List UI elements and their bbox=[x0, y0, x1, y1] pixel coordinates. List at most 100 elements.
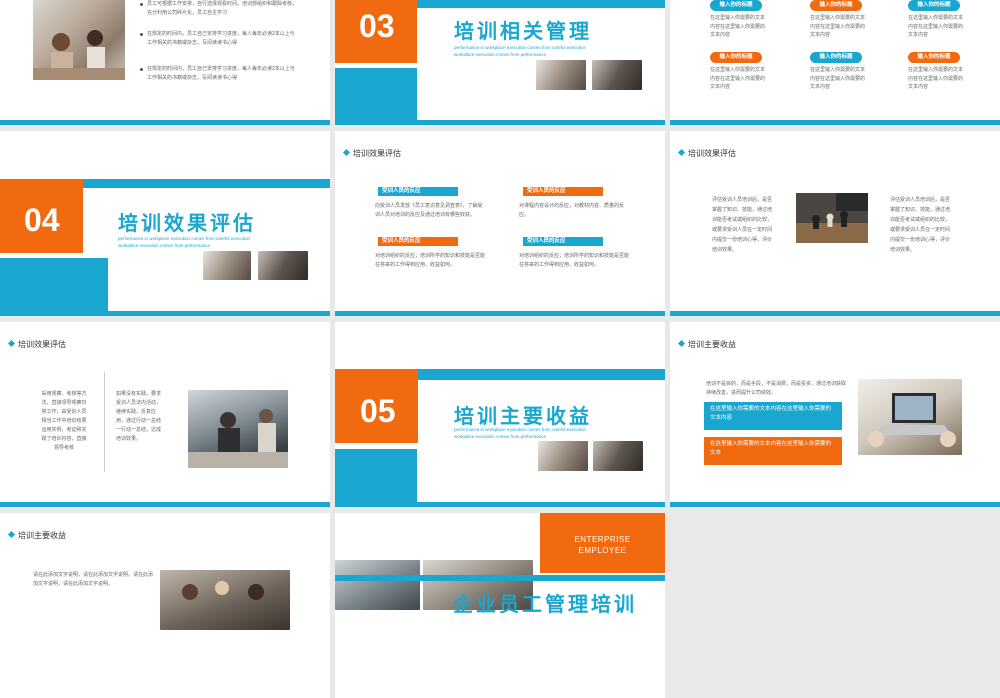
slide-title: 培训主要收益 bbox=[677, 339, 736, 350]
meeting-photo bbox=[203, 251, 251, 280]
blue-strip bbox=[335, 575, 665, 581]
slide-title: 培训效果评估 bbox=[342, 148, 401, 159]
slide-title-text: 培训效果评估 bbox=[353, 149, 401, 158]
section-number: 04 bbox=[24, 202, 60, 238]
label-tag: 受训人员的反应 bbox=[523, 187, 603, 196]
title-pill: 输入你的标题 bbox=[908, 0, 960, 11]
body-text-right: 如果没有实践，要求受训人员法内活动，继续实践，反复应用，通过行动一总结一行动一总… bbox=[116, 391, 162, 442]
bottom-bar bbox=[335, 502, 665, 507]
body-text: 请在此添加文字说明，请在此添加文字说明。请在此添加文字说明，请在此添加文字说明。 bbox=[33, 572, 154, 587]
slide-thumbnail-11[interactable]: ENTERPRISE EMPLOYEE 企业员工管理培训 bbox=[335, 513, 665, 698]
body-text-right: 评估受训人员培训后，是否掌握了知识、技能，通过培训能否考试或组织的比较，或要求受… bbox=[890, 197, 951, 253]
orange-text-box: 在这里输入你需要的文本内容在这里输入你需要的文本 bbox=[704, 437, 842, 465]
laptop-photo bbox=[858, 379, 962, 455]
slide-thumbnail-1[interactable]: 员工可根据工作安排，自行选择观看时间，培训部组织和跟踪考核；充分利用公司碎片化，… bbox=[0, 0, 330, 125]
slide-title: 培训效果评估 bbox=[677, 148, 736, 159]
handshake-photo bbox=[592, 60, 642, 90]
title-pill: 输入你的标题 bbox=[710, 52, 762, 63]
bottom-bar bbox=[670, 311, 1000, 316]
slide-title-text: 培训效果评估 bbox=[688, 149, 736, 158]
blue-text-box: 在这里输入你需要的文本内容在这里输入你需要的文本内容 bbox=[704, 402, 842, 430]
section-subtitle-1: performance in workplace execution comes… bbox=[454, 45, 587, 50]
tag-text: 对培训组织的反应；培训所学的知识和技能是否能在将来的工作得到应用，收益如何。 bbox=[519, 253, 630, 268]
slide-thumbnail-3[interactable]: 输入你的标题 输入你的标题 输入你的标题 在这里输入你需要的文本内容在这里输入你… bbox=[670, 0, 1000, 125]
slide-title-text: 培训主要收益 bbox=[688, 340, 736, 349]
section-number: 05 bbox=[360, 393, 396, 429]
title-pill: 输入你的标题 bbox=[710, 0, 762, 11]
meeting-photo bbox=[536, 60, 586, 90]
slide-title-text: 培训效果评估 bbox=[18, 340, 66, 349]
team-meeting-photo bbox=[33, 0, 125, 80]
bottom-bar bbox=[0, 502, 330, 507]
intro-text: 培训不是目的，而是手段，不是消费，而是投资，通过培训获取持续改善，进而提升公司绩… bbox=[706, 381, 847, 396]
title-pill: 输入你的标题 bbox=[810, 0, 862, 11]
divider-line bbox=[104, 372, 105, 472]
diamond-icon bbox=[677, 148, 686, 157]
blue-block bbox=[335, 68, 417, 125]
diamond-icon bbox=[7, 339, 16, 348]
diamond-icon bbox=[677, 339, 686, 348]
chess-photo bbox=[796, 193, 868, 243]
bottom-bar bbox=[0, 311, 330, 316]
handshake-photo bbox=[258, 251, 308, 280]
bullet-text-3: 在规定的时间内，员工自己安排学习进度，每人每年必读2本以上与工作相关的书籍或杂志… bbox=[147, 66, 295, 81]
blue-block bbox=[335, 449, 417, 507]
slide-thumbnail-4[interactable]: 04 培训效果评估 performance in workplace execu… bbox=[0, 131, 330, 316]
slide-title: 培训主要收益 bbox=[7, 530, 66, 541]
top-blue-strip bbox=[83, 179, 330, 188]
pill-text: 在这里输入你需要的文本内容在这里输入你需要的文本内容 bbox=[810, 67, 866, 90]
slide-thumbnail-8[interactable]: 05 培训主要收益 performance in workplace execu… bbox=[335, 322, 665, 507]
slide-thumbnail-7[interactable]: 培训效果评估 采用观察、考核等方法，直接领导观察日常工作，由受训人员相当工作中培… bbox=[0, 322, 330, 507]
bullet-dot bbox=[140, 68, 143, 71]
label-tag: 受训人员的反应 bbox=[378, 187, 458, 196]
tag-text: 对培训组织的反应；培训所学的知识和技能是否能在将来的工作得到应用，收益如何。 bbox=[375, 253, 486, 268]
slide-thumbnail-10[interactable]: 培训主要收益 请在此添加文字说明，请在此添加文字说明。请在此添加文字说明，请在此… bbox=[0, 513, 330, 698]
meeting-photo bbox=[538, 441, 588, 471]
bullet-text-2: 在规定的时间内，员工自己安排学习进度，每人每年必读2本以上与工作相关的书籍或杂志… bbox=[147, 31, 295, 46]
top-blue-strip bbox=[418, 369, 665, 380]
diamond-icon bbox=[342, 148, 351, 157]
tag-text: 对课程内容设计的反应，对教材内容、质量的反应。 bbox=[519, 203, 625, 218]
section-subtitle-2: workplace execution comes from performan… bbox=[454, 434, 547, 439]
section-title: 培训相关管理 bbox=[454, 21, 592, 43]
employee-label: EMPLOYEE bbox=[578, 546, 627, 555]
section-title: 培训主要收益 bbox=[454, 406, 592, 428]
slide-thumbnail-9[interactable]: 培训主要收益 培训不是目的，而是手段，不是消费，而是投资，通过培训获取持续改善，… bbox=[670, 322, 1000, 507]
slide-title-text: 培训主要收益 bbox=[18, 531, 66, 540]
bottom-bar bbox=[335, 311, 665, 316]
blue-block bbox=[0, 258, 108, 316]
slide-thumbnail-2[interactable]: 03 培训相关管理 performance in workplace execu… bbox=[335, 0, 665, 125]
slide-thumbnail-6[interactable]: 培训效果评估 评估受训人员培训后，是否掌握了知识、技能，通过培训能否考试或组织的… bbox=[670, 131, 1000, 316]
team-photo bbox=[160, 570, 290, 630]
pill-text: 在这里输入你需要的文本内容在这里输入你需要的文本内容 bbox=[710, 15, 766, 38]
body-text-left: 评估受训人员培训后，是否掌握了知识、技能，通过培训能否考试或组织的比较，或要求受… bbox=[712, 197, 773, 253]
section-subtitle-2: workplace execution comes from performan… bbox=[118, 243, 211, 248]
enterprise-label: ENTERPRISE bbox=[574, 535, 631, 544]
section-subtitle-2: workplace execution comes from performan… bbox=[454, 52, 547, 57]
label-tag: 受训人员的反应 bbox=[378, 237, 458, 246]
pill-text: 在这里输入你需要的文本内容在这里输入你需要的文本内容 bbox=[908, 15, 964, 38]
diamond-icon bbox=[7, 530, 16, 539]
section-subtitle-1: performance in workplace execution comes… bbox=[118, 236, 251, 241]
bullet-dot bbox=[140, 3, 143, 6]
office-meeting-photo bbox=[188, 390, 288, 468]
section-number: 03 bbox=[359, 8, 395, 44]
bottom-bar bbox=[335, 120, 665, 125]
title-pill: 输入你的标题 bbox=[810, 52, 862, 63]
bottom-bar bbox=[670, 502, 1000, 507]
label-tag: 受训人员的反应 bbox=[523, 237, 603, 246]
office-team-photo bbox=[335, 560, 420, 610]
bullet-dot bbox=[140, 33, 143, 36]
pill-text: 在这里输入你需要的文本内容在这里输入你需要的文本内容 bbox=[908, 67, 964, 90]
bottom-bar bbox=[670, 120, 1000, 125]
section-subtitle-1: performance in workplace execution comes… bbox=[454, 427, 587, 432]
pill-text: 在这里输入你需要的文本内容在这里输入你需要的文本内容 bbox=[710, 67, 766, 90]
body-text-left: 采用观察、考核等方法，直接领导观察日常工作，由受训人员相当工作中培训结果运用实例… bbox=[41, 391, 87, 451]
top-blue-strip bbox=[417, 0, 665, 8]
title-pill: 输入你的标题 bbox=[908, 52, 960, 63]
bottom-bar bbox=[0, 120, 330, 125]
pill-text: 在这里输入你需要的文本内容在这里输入你需要的文本内容 bbox=[810, 15, 866, 38]
slide-title: 培训效果评估 bbox=[7, 339, 66, 350]
slide-thumbnail-5[interactable]: 培训效果评估 受训人员的反应 受训人员的反应 向受训人员发放《员工意识意见调查表… bbox=[335, 131, 665, 316]
section-title: 培训效果评估 bbox=[118, 213, 256, 235]
